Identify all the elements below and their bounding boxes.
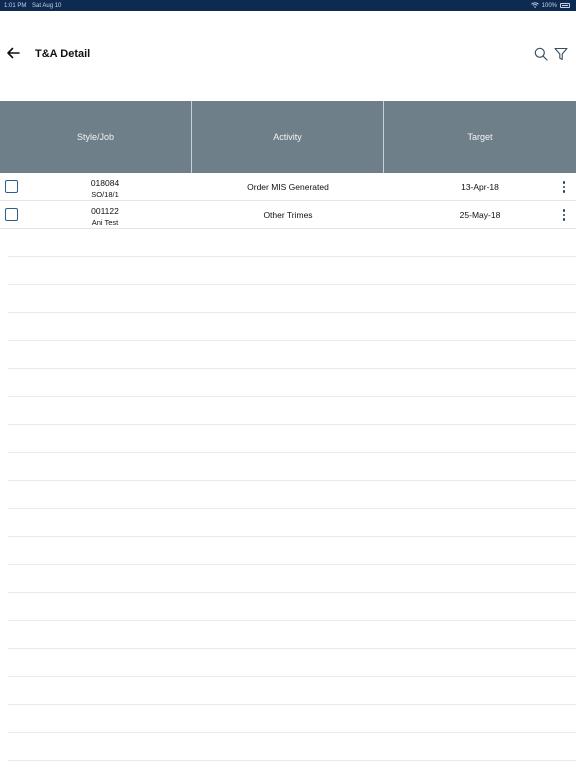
divider [8,565,576,593]
more-vertical-icon [562,181,566,184]
battery-percent: 100% [541,2,557,9]
table-body: 018084 SO/18/1 Order MIS Generated 13-Ap… [0,173,576,229]
more-vertical-icon-dot [562,190,566,193]
navigation-bar: T&A Detail [0,11,576,101]
job-number: Ani Test [91,218,119,227]
target-cell: 25-May-18 [459,210,501,220]
status-time: 1:01 PM [4,2,27,9]
divider [8,285,576,313]
status-left: 1:01 PM Sat Aug 10 [4,3,65,9]
job-number: SO/18/1 [91,190,119,199]
divider [8,481,576,509]
back-button[interactable] [4,46,22,64]
divider [8,425,576,453]
table-row[interactable]: 001122 Ani Test Other Trimes 25-May-18 [0,201,576,229]
search-button[interactable] [532,47,550,65]
column-header-style-job[interactable]: Style/Job [0,101,192,173]
divider [8,341,576,369]
battery-icon [560,3,570,8]
divider [8,229,576,257]
empty-table-area [8,229,576,761]
more-options-button[interactable] [556,179,572,195]
divider [8,453,576,481]
style-job-cell: 018084 SO/18/1 [0,178,210,200]
column-header-target[interactable]: Target [384,101,576,173]
table-header: Style/Job Activity Target [0,101,576,173]
more-options-button[interactable] [556,207,572,223]
more-vertical-icon-dot [562,213,566,217]
divider [8,593,576,621]
target-cell: 13-Apr-18 [461,182,499,192]
divider [8,621,576,649]
divider [8,677,576,705]
arrow-left-icon [6,46,20,64]
table-row[interactable]: 018084 SO/18/1 Order MIS Generated 13-Ap… [0,173,576,201]
more-vertical-icon [562,209,566,212]
status-bar: 1:01 PM Sat Aug 10 100% [0,0,576,11]
style-job-cell: 001122 Ani Test [0,206,210,228]
divider [8,537,576,565]
search-icon [534,47,548,66]
column-header-activity[interactable]: Activity [192,101,384,173]
divider [8,649,576,677]
filter-icon [554,47,568,66]
wifi-icon [530,1,539,10]
divider [8,705,576,733]
activity-cell: Other Trimes [263,210,313,220]
status-date: Sat Aug 10 [32,2,62,9]
divider [8,733,576,761]
style-number: 001122 [91,206,119,216]
divider [8,509,576,537]
status-right: 100% [530,1,570,10]
activity-cell: Order MIS Generated [247,182,329,192]
more-vertical-icon-dot [562,218,566,221]
divider [8,369,576,397]
more-vertical-icon-dot [562,185,566,189]
divider [8,397,576,425]
style-number: 018084 [90,178,120,188]
divider [8,313,576,341]
divider [8,257,576,285]
page-title: T&A Detail [35,48,91,60]
filter-button[interactable] [552,47,570,65]
